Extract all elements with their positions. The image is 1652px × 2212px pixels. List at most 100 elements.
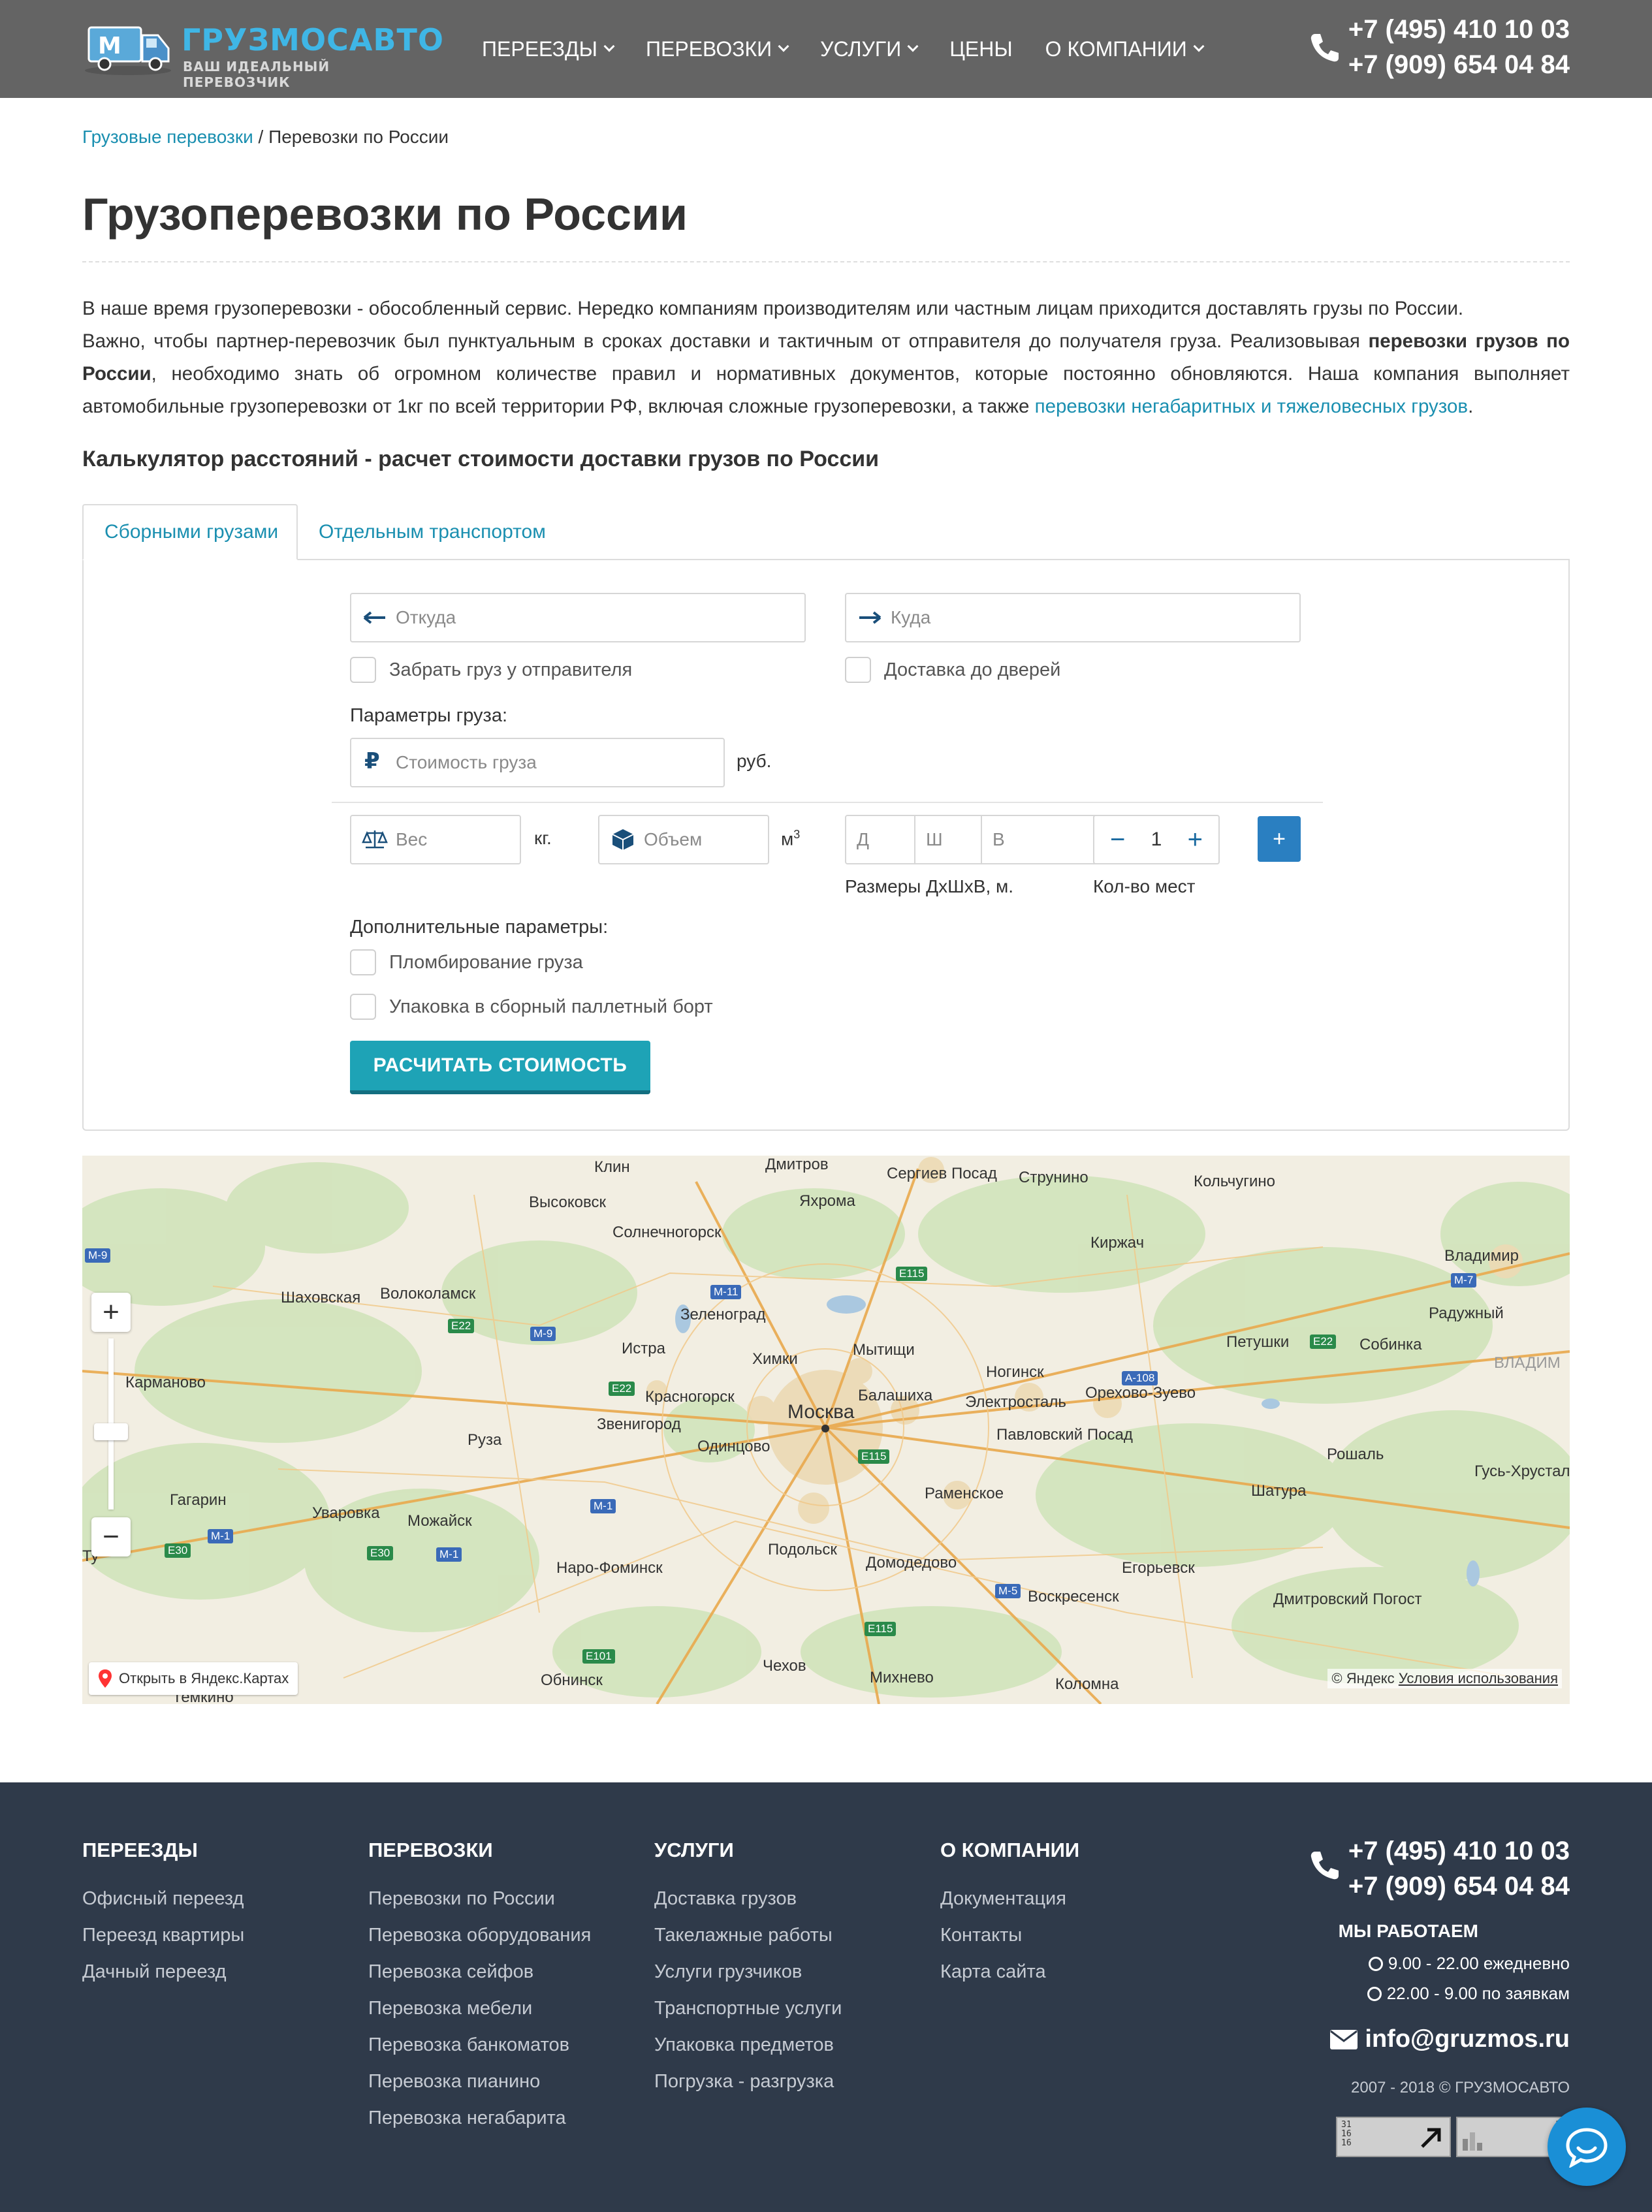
footer-copyright: 2007 - 2018 © ГРУЗМОСАВТО (1351, 2079, 1570, 2096)
footer-link[interactable]: Перевозка банкоматов (368, 2027, 591, 2063)
from-input[interactable]: Откуда (350, 593, 806, 642)
footer-link[interactable]: Перевозка пианино (368, 2063, 591, 2100)
map-label: Обнинск (541, 1671, 603, 1689)
map-label: Красногорск (645, 1388, 735, 1406)
map-label: Руза (468, 1431, 502, 1449)
footer-link[interactable]: Услуги грузчиков (654, 1953, 842, 1990)
road-shield: M-11 (710, 1285, 742, 1299)
footer-link[interactable]: Документация (940, 1880, 1079, 1917)
qty-value[interactable]: 1 (1151, 829, 1162, 851)
dim-width-placeholder: Ш (926, 829, 943, 849)
breadcrumb-link[interactable]: Грузовые перевозки (82, 127, 253, 147)
nav-item-prices[interactable]: ЦЕНЫ (949, 37, 1012, 61)
road-shield: E30 (165, 1543, 191, 1558)
road-shield: E22 (448, 1319, 475, 1333)
zoom-slider-handle[interactable] (94, 1423, 128, 1440)
footer-email[interactable]: info@gruzmos.ru (1329, 2025, 1570, 2053)
tab-consolidated[interactable]: Сборными грузами (82, 504, 298, 560)
extra-params-label: Дополнительные параметры: (350, 917, 609, 938)
map-label: Карманово (125, 1374, 206, 1391)
map-label: Электросталь (965, 1393, 1066, 1411)
zoom-out-button[interactable]: − (91, 1517, 131, 1556)
footer-link[interactable]: Переезд квартиры (82, 1917, 244, 1953)
header-phone-1[interactable]: +7 (495) 410 10 03 (1348, 12, 1570, 47)
footer-col-title: О КОМПАНИИ (940, 1839, 1080, 1861)
footer-link[interactable]: Контакты (940, 1917, 1079, 1953)
pickup-checkbox[interactable] (350, 657, 376, 683)
seal-label[interactable]: Пломбирование груза (389, 952, 583, 973)
zoom-in-button[interactable]: + (91, 1293, 131, 1332)
seal-checkbox[interactable] (350, 949, 376, 975)
volume-unit-text: м (781, 829, 794, 849)
door-delivery-checkbox[interactable] (845, 657, 871, 683)
footer-phone-1[interactable]: +7 (495) 410 10 03 (1348, 1833, 1570, 1869)
volume-input[interactable]: Объем (598, 815, 769, 864)
footer-link[interactable]: Карта сайта (940, 1953, 1079, 1990)
chevron-down-icon (907, 40, 919, 52)
footer-link[interactable]: Перевозки по России (368, 1880, 591, 1917)
map-label: Волоколамск (380, 1285, 476, 1303)
footer-col-title: УСЛУГИ (654, 1839, 734, 1861)
logo[interactable]: M ГРУЗМОСАВТО ВАШ ИДЕАЛЬНЫЙ ПЕРЕВОЗЧИК (85, 21, 443, 90)
road-shield: E101 (582, 1649, 615, 1664)
open-in-yandex-maps-button[interactable]: Открыть в Яндекс.Картах (89, 1662, 298, 1695)
working-hours-title: МЫ РАБОТАЕМ (1338, 1921, 1478, 1941)
working-hours-text: 9.00 - 22.00 ежедневно (1388, 1953, 1570, 1973)
to-input[interactable]: Куда (845, 593, 1301, 642)
footer-link[interactable]: Дачный переезд (82, 1953, 244, 1990)
footer-link[interactable]: Такелажные работы (654, 1917, 842, 1953)
road-shield: E115 (865, 1622, 897, 1636)
arrow-up-right-icon (1421, 2128, 1441, 2148)
header-phone-2[interactable]: +7 (909) 654 04 84 (1348, 47, 1570, 82)
footer-col-title: ПЕРЕЕЗДЫ (82, 1839, 198, 1861)
footer-link[interactable]: Доставка грузов (654, 1880, 842, 1917)
weight-input[interactable]: Вес (350, 815, 521, 864)
footer-link[interactable]: Погрузка - разгрузка (654, 2063, 842, 2100)
qty-plus-button[interactable]: + (1188, 827, 1203, 853)
map-label: Шатура (1251, 1482, 1307, 1500)
pickup-label[interactable]: Забрать груз у отправителя (389, 659, 632, 681)
cargo-cost-input[interactable]: ₽ Стоимость груза (350, 738, 725, 787)
footer-link[interactable]: Транспортные услуги (654, 1990, 842, 2027)
footer-link[interactable]: Перевозка оборудования (368, 1917, 591, 1953)
footer-link[interactable]: Перевозка мебели (368, 1990, 591, 2027)
map-label: Клин (594, 1158, 630, 1176)
add-cargo-button[interactable]: + (1258, 816, 1301, 862)
footer-link[interactable]: Перевозка сейфов (368, 1953, 591, 1990)
map-label: Сергиев Посад (887, 1165, 997, 1182)
map-label: Владимир (1444, 1247, 1519, 1265)
nav-item-transport[interactable]: ПЕРЕВОЗКИ (646, 37, 789, 61)
dim-width-input[interactable]: Ш (914, 815, 982, 864)
footer-link[interactable]: Перевозка негабарита (368, 2100, 591, 2136)
clock-icon (1367, 1987, 1382, 2001)
tab-dedicated[interactable]: Отдельным транспортом (298, 504, 567, 560)
pallet-checkbox[interactable] (350, 994, 376, 1020)
qty-minus-button[interactable]: − (1110, 827, 1125, 853)
calculate-button[interactable]: РАСЧИТАТЬ СТОИМОСТЬ (350, 1041, 650, 1094)
footer-link[interactable]: Упаковка предметов (654, 2027, 842, 2063)
site-footer: ПЕРЕЕЗДЫ Офисный переезд Переезд квартир… (0, 1782, 1652, 2212)
footer-phone-2[interactable]: +7 (909) 654 04 84 (1348, 1869, 1570, 1904)
map-label: Кольчугино (1194, 1173, 1275, 1190)
oversize-cargo-link[interactable]: перевозки негабаритных и тяжеловесных гр… (1035, 396, 1468, 417)
road-shield: E115 (896, 1267, 928, 1281)
footer-link[interactable]: Офисный переезд (82, 1880, 244, 1917)
cost-unit: руб. (737, 751, 772, 771)
terms-of-use-link[interactable]: Условия использования (1399, 1670, 1558, 1686)
chat-button[interactable] (1548, 2108, 1626, 2186)
road-shield: E30 (367, 1546, 394, 1560)
door-delivery-label[interactable]: Доставка до дверей (884, 659, 1060, 681)
map-label: Дмитровский Погост (1273, 1590, 1422, 1608)
yandex-map[interactable]: Клин Дмитров Сергиев Посад Струнино Коль… (82, 1156, 1570, 1704)
map-label: Орехово-Зуево (1085, 1384, 1196, 1402)
weight-unit: кг. (534, 828, 552, 848)
pallet-label[interactable]: Упаковка в сборный паллетный борт (389, 996, 713, 1018)
nav-item-services[interactable]: УСЛУГИ (820, 37, 919, 61)
open-in-yandex-label: Открыть в Яндекс.Картах (119, 1670, 289, 1686)
nav-item-moves[interactable]: ПЕРЕЕЗДЫ (482, 37, 615, 61)
dim-length-input[interactable]: Д (845, 815, 915, 864)
nav-item-about[interactable]: О КОМПАНИИ (1045, 37, 1205, 61)
map-label: ВЛАДИМ (1494, 1354, 1561, 1372)
map-label: Гагарин (170, 1491, 227, 1509)
liveinternet-counter[interactable]: 31 16 16 (1336, 2117, 1451, 2157)
